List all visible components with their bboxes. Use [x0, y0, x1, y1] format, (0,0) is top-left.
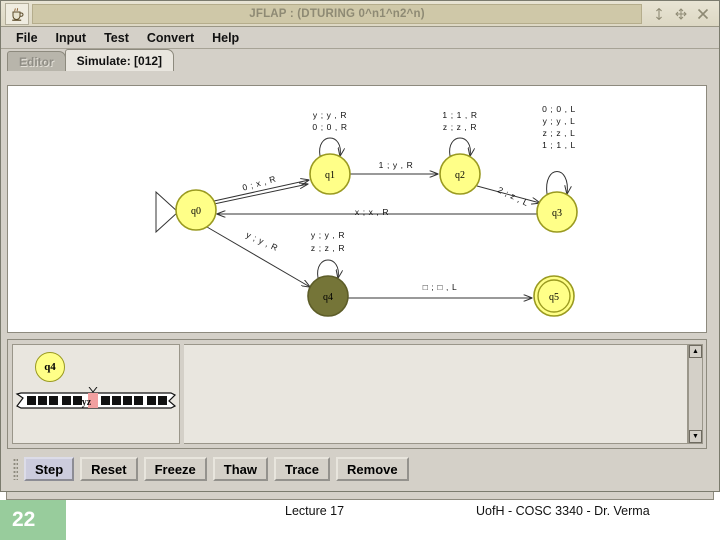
trans-label-q4-self-1: y ; y , R	[311, 230, 345, 240]
state-q5-final[interactable]: q5	[533, 275, 575, 317]
menu-item-test[interactable]: Test	[95, 29, 138, 47]
java-coffee-cup-icon	[5, 2, 29, 25]
tape-display: xyz	[15, 386, 177, 409]
trans-label-q3-self-1: 0 ; 0 , L	[542, 104, 576, 114]
jflap-window: JFLAP : (DTURING 0^n1^n2^n) File Input T…	[0, 0, 720, 492]
menu-bar: File Input Test Convert Help	[1, 27, 719, 49]
trans-label-q3-self-2: y ; y , L	[543, 116, 576, 126]
window-controls	[642, 4, 717, 24]
automaton-svg: q0 q1 q2 q3 q4 q5 0 ; x , R y ; y , R 0 …	[155, 104, 578, 317]
trans-label-q3-self-3: z ; z , L	[543, 128, 576, 138]
trans-label-q2-q3: 2 ; z , L	[496, 185, 530, 209]
automaton-canvas[interactable]: q0 q1 q2 q3 q4 q5 0 ; x , R y ; y , R 0 …	[7, 85, 707, 333]
state-label-q5: q5	[549, 292, 559, 303]
scroll-up-icon[interactable]: ▲	[689, 345, 702, 358]
menu-item-input[interactable]: Input	[47, 29, 96, 47]
menu-item-file[interactable]: File	[7, 29, 47, 47]
trans-label-q1-q2: 1 ; y , R	[379, 160, 414, 170]
trans-label-q3-self-4: 1 ; 1 , L	[542, 140, 576, 150]
state-label-q3: q3	[552, 208, 562, 219]
state-q2[interactable]: q2	[439, 153, 481, 195]
state-q3[interactable]: q3	[536, 191, 578, 233]
configuration-cell[interactable]: q4 xyz	[12, 344, 180, 444]
footer-lecture-label: Lecture 17	[285, 504, 345, 518]
tab-editor[interactable]: Editor	[7, 51, 66, 71]
simulation-scrollbar[interactable]: ▲ ▼	[688, 344, 703, 444]
trans-label-q4-q5: □ ; □ , L	[423, 282, 458, 292]
tab-strip: Editor Simulate: [012]	[1, 49, 719, 71]
title-bar: JFLAP : (DTURING 0^n1^n2^n)	[1, 1, 719, 27]
footer-course-label: UofH - COSC 3340 - Dr. Verma	[476, 504, 650, 518]
trans-label-q2-self-2: z ; z , R	[443, 122, 477, 132]
configuration-state-badge: q4	[35, 352, 65, 382]
trans-label-q2-self-1: 1 ; 1 , R	[442, 110, 477, 120]
freeze-button[interactable]: Freeze	[143, 457, 207, 481]
slide-number: 22	[0, 500, 66, 540]
trans-label-q1-self-1: y ; y , R	[313, 110, 347, 120]
trans-label-q3-q0: x ; x , R	[355, 207, 389, 217]
trans-label-q0-q4: y ; y , R	[245, 230, 280, 254]
window-title-text: JFLAP : (DTURING 0^n1^n2^n)	[249, 7, 425, 20]
selfloop-q3	[546, 171, 568, 195]
simulation-toolbar: Step Reset Freeze Thaw Trace Remove	[7, 453, 707, 485]
tape-visible-text: xyz	[77, 397, 92, 408]
trans-label-q4-self-2: z ; z , R	[311, 243, 345, 253]
state-q0[interactable]: q0	[175, 189, 217, 231]
state-label-q2: q2	[455, 170, 465, 181]
state-label-q4: q4	[323, 292, 333, 303]
state-q1[interactable]: q1	[309, 153, 351, 195]
trans-label-q1-self-2: 0 ; 0 , R	[312, 122, 347, 132]
close-button[interactable]	[696, 7, 709, 20]
tab-filler	[173, 70, 719, 71]
tape-svg: xyz	[15, 386, 177, 409]
initial-state-marker	[155, 190, 179, 234]
window-title: JFLAP : (DTURING 0^n1^n2^n)	[32, 3, 642, 24]
menu-item-help[interactable]: Help	[203, 29, 248, 47]
simulation-panel: q4 xyz ▲ ▼	[7, 339, 707, 449]
configuration-list-area[interactable]	[184, 344, 688, 444]
maximize-button[interactable]	[674, 7, 687, 20]
remove-button[interactable]: Remove	[336, 457, 409, 481]
toolbar-drag-handle[interactable]	[13, 458, 18, 480]
state-q4-active[interactable]: q4	[307, 275, 349, 317]
state-label-q0: q0	[191, 206, 201, 217]
trace-button[interactable]: Trace	[274, 457, 331, 481]
window-bottom-edge	[6, 492, 714, 500]
trans-label-q0-q1: 0 ; x , R	[241, 174, 277, 193]
slide-root: JFLAP : (DTURING 0^n1^n2^n) File Input T…	[0, 0, 720, 540]
state-label-q1: q1	[325, 170, 335, 181]
scroll-down-icon[interactable]: ▼	[689, 430, 702, 443]
step-button[interactable]: Step	[24, 457, 75, 481]
minimize-button[interactable]	[652, 7, 665, 20]
slide-footer: 22 Lecture 17 UofH - COSC 3340 - Dr. Ver…	[0, 492, 720, 540]
menu-item-convert[interactable]: Convert	[138, 29, 203, 47]
thaw-button[interactable]: Thaw	[212, 457, 269, 481]
tab-simulate[interactable]: Simulate: [012]	[64, 49, 175, 71]
reset-button[interactable]: Reset	[80, 457, 138, 481]
